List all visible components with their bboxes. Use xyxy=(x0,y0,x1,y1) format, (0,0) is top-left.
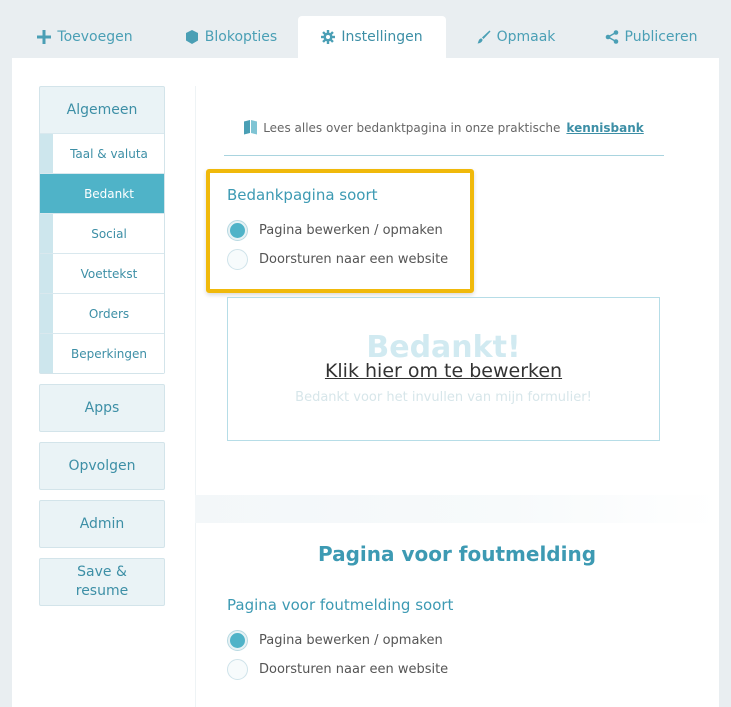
sidebar-group-algemeen: Algemeen Taal & valuta Bedankt Social Vo… xyxy=(39,86,165,374)
sidebar-subitem-taal-valuta[interactable]: Taal & valuta xyxy=(40,133,164,173)
preview-ghost-subtitle: Bedankt voor het invullen van mijn formu… xyxy=(295,390,592,405)
tab-blokopties[interactable]: Blokopties xyxy=(170,16,292,58)
edit-link[interactable]: Klik hier om te bewerken xyxy=(228,360,659,382)
sidebar-item-save-resume[interactable]: Save & resume xyxy=(40,559,164,605)
tab-publiceren[interactable]: Publiceren xyxy=(593,16,709,58)
share-icon xyxy=(605,30,618,44)
error-type-title: Pagina voor foutmelding soort xyxy=(227,596,454,614)
sidebar-item-algemeen[interactable]: Algemeen xyxy=(40,87,164,133)
cube-icon xyxy=(185,30,198,44)
book-icon xyxy=(244,120,258,135)
thanks-page-preview[interactable]: Bedankt! Klik hier om te bewerken Bedank… xyxy=(227,297,660,441)
radio-error-pagina-bewerken[interactable]: Pagina bewerken / opmaken xyxy=(227,630,443,651)
settings-sidebar: Algemeen Taal & valuta Bedankt Social Vo… xyxy=(39,86,165,616)
sidebar-subitem-social[interactable]: Social xyxy=(40,213,164,253)
kennisbank-link[interactable]: kennisbank xyxy=(566,121,643,135)
settings-panel: Algemeen Taal & valuta Bedankt Social Vo… xyxy=(12,58,719,707)
radio-error-doorsturen-website[interactable]: Doorsturen naar een website xyxy=(227,659,448,680)
sidebar-subitem-bedankt[interactable]: Bedankt xyxy=(40,173,164,213)
radio-dot[interactable] xyxy=(227,249,248,270)
sidebar-group-admin: Admin xyxy=(39,500,165,548)
section-separator xyxy=(195,495,719,523)
tab-label: Toevoegen xyxy=(57,29,133,45)
plus-icon xyxy=(37,30,52,44)
info-text: Lees alles over bedanktpagina in onze pr… xyxy=(263,120,561,135)
radio-label: Doorsturen naar een website xyxy=(259,252,449,267)
error-page-heading: Pagina voor foutmelding xyxy=(317,542,597,566)
gear-icon xyxy=(321,30,336,44)
sidebar-item-apps[interactable]: Apps xyxy=(40,385,164,431)
radio-dot-selected[interactable] xyxy=(227,220,248,241)
tab-opmaak[interactable]: Opmaak xyxy=(462,16,570,58)
radio-doorsturen-website[interactable]: Doorsturen naar een website xyxy=(227,249,448,270)
sidebar-item-admin[interactable]: Admin xyxy=(40,501,164,547)
sidebar-item-opvolgen[interactable]: Opvolgen xyxy=(40,443,164,489)
tab-toevoegen[interactable]: Toevoegen xyxy=(25,16,145,58)
radio-label: Doorsturen naar een website xyxy=(259,662,449,677)
brush-icon xyxy=(477,30,491,44)
radio-dot-selected[interactable] xyxy=(227,630,248,651)
top-tabs: Toevoegen Blokopties Instellingen Opmaak… xyxy=(0,0,731,58)
sidebar-subitem-orders[interactable]: Orders xyxy=(40,293,164,333)
thanks-type-title: Bedankpagina soort xyxy=(227,186,378,204)
tab-label: Instellingen xyxy=(341,29,423,45)
tab-instellingen[interactable]: Instellingen xyxy=(298,16,446,58)
radio-pagina-bewerken[interactable]: Pagina bewerken / opmaken xyxy=(227,220,443,241)
info-divider xyxy=(224,155,664,156)
tab-label: Blokopties xyxy=(204,29,278,45)
sidebar-subitem-voettekst[interactable]: Voettekst xyxy=(40,253,164,293)
sidebar-subitem-beperkingen[interactable]: Beperkingen xyxy=(40,333,164,373)
info-line: Lees alles over bedanktpagina in onze pr… xyxy=(224,120,664,135)
sidebar-group-save-resume: Save & resume xyxy=(39,558,165,606)
radio-label: Pagina bewerken / opmaken xyxy=(259,633,443,648)
sidebar-group-opvolgen: Opvolgen xyxy=(39,442,165,490)
tab-label: Publiceren xyxy=(624,29,698,45)
radio-label: Pagina bewerken / opmaken xyxy=(259,223,443,238)
sidebar-group-apps: Apps xyxy=(39,384,165,432)
content-divider xyxy=(195,86,196,707)
tab-label: Opmaak xyxy=(496,29,556,45)
radio-dot[interactable] xyxy=(227,659,248,680)
